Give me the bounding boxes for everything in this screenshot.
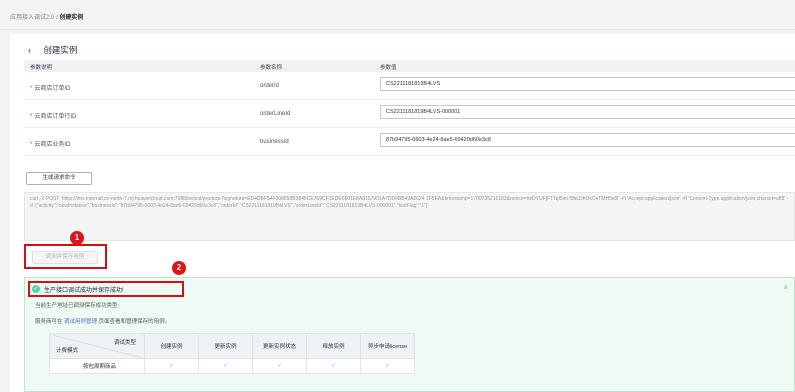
column-header: 更新实例状态	[252, 333, 307, 359]
column-header: 更新实例	[198, 333, 253, 359]
debug-and-save-button[interactable]: 调测并保存用例	[32, 251, 98, 264]
result-table-corner: 调试类型 计费模式	[49, 333, 145, 359]
annotation-badge-2: 2	[172, 261, 186, 275]
column-header: 创建实例	[144, 333, 199, 359]
success-detail-text: 当前生产地址已调测保存成功类型:	[35, 303, 120, 309]
param-name: orderId	[260, 83, 280, 89]
close-icon[interactable]: ×	[783, 283, 788, 292]
param-row-orderid: * 云商店订单ID orderId CS2211181819B4LVS	[24, 72, 795, 100]
param-row-orderlineid: * 云商店订单行ID orderLineId CS2211181819B4LVS-…	[24, 100, 795, 128]
param-row-businessid: * 云商店业务ID businessId 87b94795-0603-4e24-8…	[24, 128, 795, 156]
success-hint-text: 服务商可在 调试用例管理 页面查看和管理保存的用例。	[35, 319, 171, 325]
column-header: 异步申请license	[360, 333, 415, 359]
header-param-value: 参数值	[380, 65, 397, 71]
param-name: businessId	[260, 139, 289, 145]
page-title: 创建实例	[43, 45, 78, 55]
main-panel: ‹ 创建实例 参数说明 参数名称 参数值 * 云商店订单ID orderId CS…	[10, 34, 795, 392]
table-row: 按包周期商品 ✓ ✓ ✓ ✓ ✓	[49, 358, 415, 374]
param-label: * 云商店订单行ID	[30, 114, 77, 120]
corner-billing-mode: 计费模式	[56, 348, 79, 354]
header-param-desc: 参数说明	[30, 65, 53, 71]
order-line-id-input[interactable]: CS2211181819B4LVS-000001	[380, 105, 795, 119]
result-table: 调试类型 计费模式 创建实例 更新实例 更新实例状态 释放实例 异步申请lice…	[49, 333, 415, 374]
check-icon: ✓	[252, 358, 307, 374]
order-id-input[interactable]: CS2211181819B4LVS	[380, 77, 795, 91]
breadcrumb-current: 创建实例	[59, 15, 84, 21]
column-header: 释放实例	[306, 333, 361, 359]
check-icon: ✓	[306, 358, 361, 374]
row-label: 按包周期商品	[49, 358, 145, 374]
params-table-header: 参数说明 参数名称 参数值	[24, 60, 795, 72]
breadcrumb-parent-link[interactable]: 应用接入调试2.0	[10, 15, 54, 21]
business-id-input[interactable]: 87b94795-0603-4e24-8ae5-69420d60e3c8	[380, 133, 795, 147]
annotation-badge-1: 1	[70, 231, 84, 245]
back-arrow-icon[interactable]: ‹	[28, 45, 31, 55]
breadcrumb-separator: /	[56, 15, 58, 21]
generate-request-button[interactable]: 生成请求命令	[26, 172, 92, 185]
param-label: * 云商店订单ID	[30, 86, 71, 92]
debug-case-management-link[interactable]: 调试用例管理	[64, 319, 97, 325]
check-icon: ✓	[360, 358, 415, 374]
success-alert: ✓ 生产接口调试成功并保存成功! × 当前生产地址已调测保存成功类型: 服务商可…	[24, 277, 795, 392]
header-param-name: 参数名称	[260, 65, 283, 71]
param-name: orderLineId	[260, 111, 291, 117]
param-label: * 云商店业务ID	[30, 142, 71, 148]
page-header: ‹ 创建实例	[28, 44, 77, 56]
check-icon: ✓	[198, 358, 253, 374]
breadcrumb: 应用接入调试2.0 / 创建实例	[0, 0, 795, 30]
curl-command-textarea[interactable]: curl -X POST 'https://ims-internal.cn-no…	[24, 192, 795, 241]
check-circle-icon: ✓	[32, 285, 40, 293]
check-icon: ✓	[144, 358, 199, 374]
success-message: 生产接口调试成功并保存成功!	[44, 288, 124, 294]
corner-debug-type: 调试类型	[113, 340, 136, 346]
